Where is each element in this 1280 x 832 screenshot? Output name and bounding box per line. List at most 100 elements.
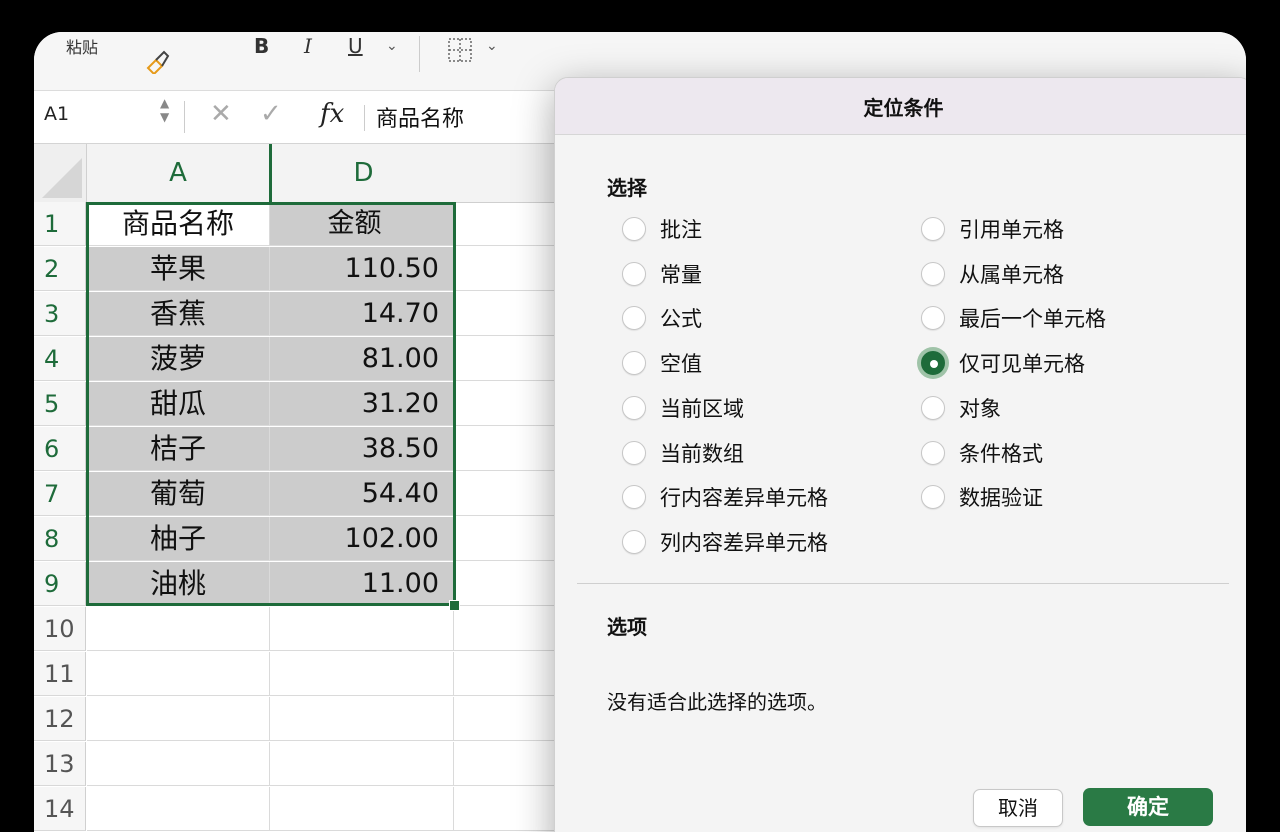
cancel-button[interactable]: 取消 [973,789,1063,827]
option-radio-row[interactable]: 条件格式 [921,438,1043,468]
radio-button[interactable] [921,217,945,241]
row-header[interactable]: 9 [34,562,86,606]
cell-a[interactable]: 葡萄 [87,472,270,516]
cell-a[interactable]: 香蕉 [87,292,270,336]
row-header[interactable]: 13 [34,742,86,786]
option-radio-row[interactable]: 列内容差异单元格 [622,527,828,557]
row-header[interactable]: 11 [34,652,86,696]
option-radio-row[interactable]: 当前数组 [622,438,744,468]
option-radio-row[interactable]: 公式 [622,303,702,333]
option-radio-row[interactable]: 常量 [622,259,702,289]
cell-a[interactable] [87,697,270,741]
underline-button[interactable]: U [348,34,363,58]
cell-a[interactable]: 柚子 [87,517,270,561]
ok-button[interactable]: 确定 [1083,788,1213,826]
cell-a[interactable]: 商品名称 [87,202,270,246]
radio-button[interactable] [921,485,945,510]
paste-button-label[interactable]: 粘贴 [66,34,98,58]
option-radio-row[interactable]: 最后一个单元格 [921,303,1106,333]
cell-d[interactable]: 81.00 [270,337,454,381]
cell-d[interactable] [270,652,454,696]
name-box[interactable]: A1 [44,103,69,125]
row-header[interactable]: 4 [34,337,86,381]
option-radio-row[interactable]: 引用单元格 [921,214,1064,244]
radio-button[interactable] [622,261,646,286]
cell-d[interactable] [270,607,454,651]
cell-d[interactable] [270,787,454,831]
option-radio-row[interactable]: 行内容差异单元格 [622,482,828,512]
cell-d[interactable]: 102.00 [270,517,454,561]
options-message: 没有适合此选择的选项。 [607,690,827,714]
column-header-a[interactable]: A [87,144,270,203]
radio-button[interactable] [921,351,945,376]
option-radio-row[interactable]: 批注 [622,214,702,244]
radio-button[interactable] [622,217,646,241]
options-section-heading: 选项 [607,615,647,639]
bold-button[interactable]: B [254,34,269,58]
radio-button[interactable] [622,485,646,510]
dialog-titlebar: 定位条件 [555,78,1246,135]
name-box-divider [184,101,185,133]
cell-a[interactable] [87,742,270,786]
cell-a[interactable] [87,787,270,831]
cell-d[interactable]: 110.50 [270,247,454,291]
confirm-edit-icon[interactable]: ✓ [260,99,282,129]
radio-button[interactable] [622,306,646,331]
select-section-heading: 选择 [607,176,647,200]
row-header[interactable]: 6 [34,427,86,471]
cancel-edit-icon[interactable]: ✕ [210,99,232,129]
format-painter-icon[interactable] [142,46,170,74]
cell-d[interactable]: 31.20 [270,382,454,426]
fill-handle[interactable] [449,600,460,611]
formula-input[interactable]: 商品名称 [376,101,464,133]
name-box-stepper-icon[interactable]: ▲ ▼ [160,96,169,124]
insert-function-icon[interactable]: fx [320,99,344,129]
cell-a[interactable]: 苹果 [87,247,270,291]
radio-button[interactable] [921,306,945,331]
cell-d[interactable]: 14.70 [270,292,454,336]
radio-button[interactable] [622,440,646,465]
cell-a[interactable] [87,607,270,651]
row-header[interactable]: 5 [34,382,86,426]
radio-button[interactable] [622,351,646,376]
option-radio-row[interactable]: 当前区域 [622,393,744,423]
option-radio-row[interactable]: 从属单元格 [921,259,1064,289]
row-header[interactable]: 1 [34,202,86,246]
cell-d[interactable]: 38.50 [270,427,454,471]
radio-button[interactable] [622,395,646,420]
cell-a[interactable]: 油桃 [87,562,270,606]
option-radio-row[interactable]: 数据验证 [921,482,1043,512]
cell-a[interactable] [87,652,270,696]
option-radio-row[interactable]: 仅可见单元格 [921,348,1085,378]
radio-button[interactable] [921,395,945,420]
italic-button[interactable]: I [304,34,312,58]
underline-dropdown-icon[interactable]: ⌄ [386,38,398,54]
cell-d[interactable] [270,742,454,786]
cell-a[interactable]: 桔子 [87,427,270,471]
row-header[interactable]: 12 [34,697,86,741]
option-radio-row[interactable]: 对象 [921,393,1001,423]
row-header[interactable]: 2 [34,247,86,291]
radio-button[interactable] [921,440,945,465]
option-label: 批注 [660,218,702,242]
option-label: 当前区域 [660,396,744,421]
row-header[interactable]: 10 [34,607,86,651]
borders-dropdown-icon[interactable]: ⌄ [486,38,498,54]
radio-button[interactable] [622,529,646,554]
row-header[interactable]: 7 [34,472,86,516]
cell-d[interactable] [270,697,454,741]
borders-icon[interactable] [446,36,474,64]
cell-d[interactable]: 金额 [270,202,454,246]
radio-button[interactable] [921,261,945,286]
cell-a[interactable]: 甜瓜 [87,382,270,426]
column-header-d[interactable]: D [269,144,456,203]
excel-window: 粘贴 B I U ⌄ ⌄ A1 ▲ ▼ ✕ ✓ fx 商品名称 A D 1商品名… [34,32,1246,832]
option-radio-row[interactable]: 空值 [622,348,702,378]
cell-d[interactable]: 11.00 [270,562,454,606]
select-all-corner[interactable] [34,144,87,203]
cell-a[interactable]: 菠萝 [87,337,270,381]
row-header[interactable]: 8 [34,517,86,561]
row-header[interactable]: 14 [34,787,86,831]
row-header[interactable]: 3 [34,292,86,336]
cell-d[interactable]: 54.40 [270,472,454,516]
